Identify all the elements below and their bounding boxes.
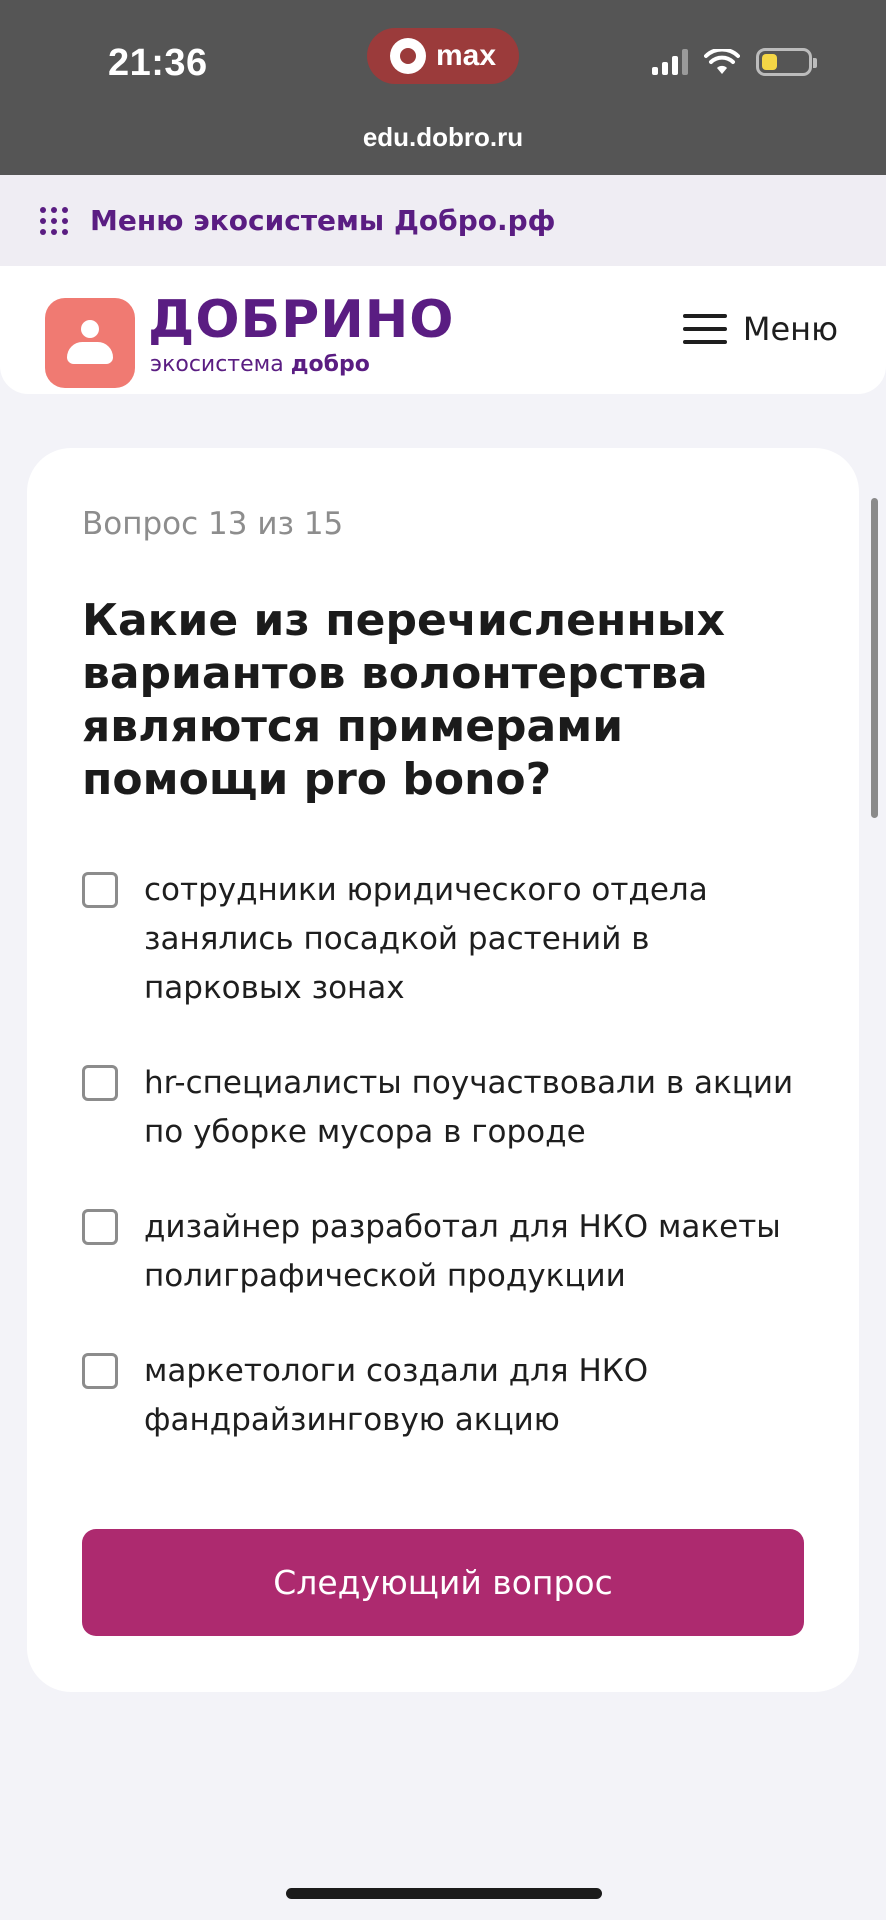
answer-option-text: маркетологи создали для НКО фандрайзинго… [144,1353,649,1438]
hamburger-icon [682,314,727,344]
status-icons [652,48,817,76]
answer-option-text: дизайнер разработал для НКО макеты полиг… [144,1209,781,1294]
ecosystem-menu-bar[interactable]: Меню экосистемы Добро.рф [0,175,886,266]
menu-label: Меню [742,310,838,348]
answer-option-2[interactable]: hr-специалисты поучаствовали в акции по … [82,1059,822,1157]
max-logo-icon [389,38,426,74]
max-app-pill[interactable]: max [367,28,519,84]
question-title: Какие из перечисленных вариантов волонте… [82,595,725,805]
ecosystem-menu-label: Меню экосистемы Добро.рф [90,204,556,237]
answer-option-4[interactable]: маркетологи создали для НКО фандрайзинго… [82,1347,822,1445]
brand-subtitle-brand: добро [290,352,370,377]
wifi-icon [704,49,740,74]
status-bar: 21:36 max edu.dobro.ru [0,0,886,175]
checkbox[interactable] [82,872,118,908]
page-scrollbar[interactable] [871,498,878,818]
checkbox[interactable] [82,1065,118,1101]
dobrino-logo-icon[interactable] [45,298,135,388]
battery-icon [756,48,817,76]
max-label: max [435,39,497,72]
next-question-button[interactable]: Следующий вопрос [82,1529,804,1636]
answer-option-3[interactable]: дизайнер разработал для НКО макеты полиг… [82,1203,822,1301]
battery-fill [762,54,778,70]
grid-dots-icon [40,206,68,235]
answer-option-1[interactable]: сотрудники юридического отдела занялись … [82,866,822,1013]
home-indicator[interactable] [286,1888,602,1899]
menu-button[interactable]: Меню [682,310,838,348]
answer-option-text: hr-специалисты поучаствовали в акции по … [144,1065,794,1150]
answer-option-text: сотрудники юридического отдела занялись … [144,872,708,1006]
answer-options: сотрудники юридического отдела занялись … [82,866,822,1491]
checkbox[interactable] [82,1353,118,1389]
question-counter: Вопрос 13 из 15 [82,506,344,542]
address-bar-url[interactable]: edu.dobro.ru [0,122,886,153]
signal-icon [652,49,688,75]
checkbox[interactable] [82,1209,118,1245]
question-card: Вопрос 13 из 15 Какие из перечисленных в… [27,448,859,1692]
status-time: 21:36 [108,42,208,84]
site-header: ДОБРИНО экосистема добро Меню [0,266,886,394]
brand-subtitle: экосистема добро [150,352,370,378]
brand-subtitle-prefix: экосистема [150,352,291,377]
brand-title[interactable]: ДОБРИНО [148,292,455,348]
